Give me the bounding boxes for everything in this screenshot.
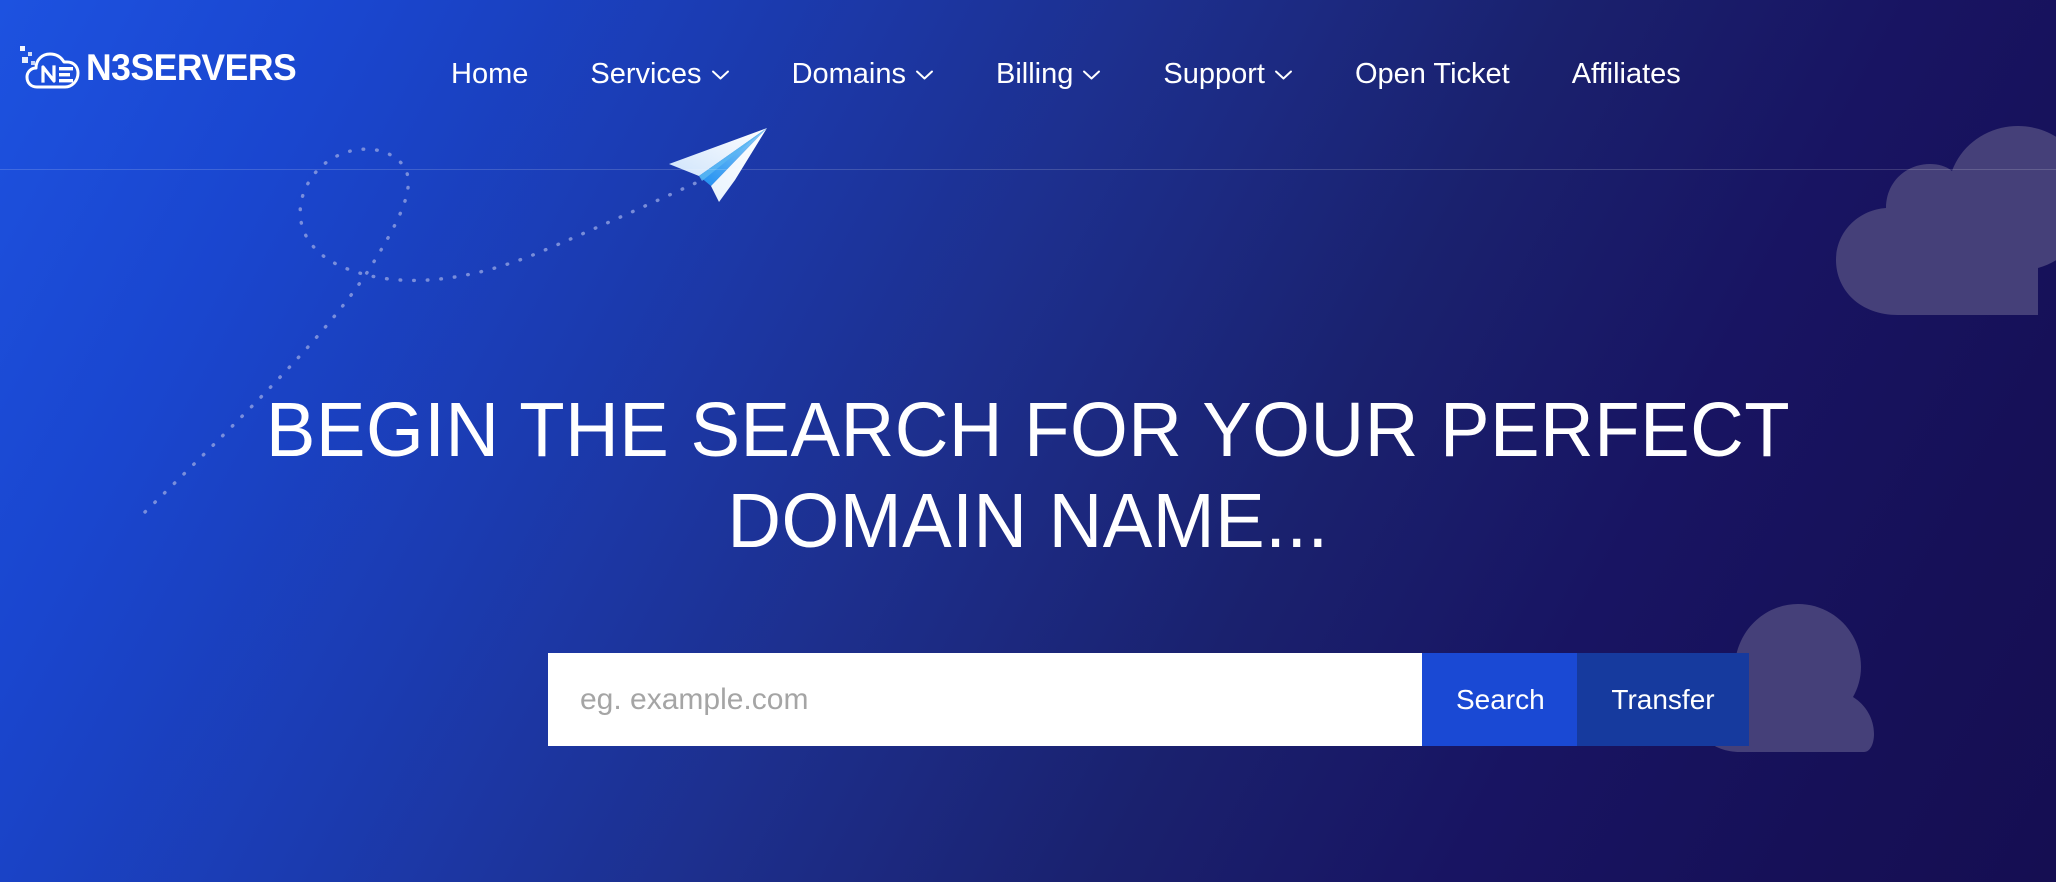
cloud-n3-logo-icon <box>18 40 80 94</box>
nav-item-domains[interactable]: Domains <box>761 54 965 95</box>
nav-item-label: Services <box>590 58 702 90</box>
hero-page: N3SERVERS Home Services Domains Billing … <box>0 0 2056 882</box>
nav-item-services[interactable]: Services <box>559 54 760 95</box>
nav-item-label: Open Ticket <box>1354 58 1510 90</box>
chevron-down-icon <box>915 69 934 81</box>
nav-item-open-ticket[interactable]: Open Ticket <box>1324 54 1541 95</box>
chevron-down-icon <box>1082 69 1101 81</box>
nav-item-label: Billing <box>996 58 1074 90</box>
search-button[interactable]: Search <box>1422 653 1577 746</box>
brand-logo-link[interactable]: N3SERVERS <box>18 40 305 94</box>
chevron-down-icon <box>711 69 730 81</box>
nav-item-label: Support <box>1163 58 1265 90</box>
nav-item-support[interactable]: Support <box>1132 54 1324 95</box>
nav-item-billing[interactable]: Billing <box>965 54 1132 95</box>
main-nav: Home Services Domains Billing Support Op… <box>420 54 1712 95</box>
chevron-down-icon <box>1274 69 1293 81</box>
page-title: BEGIN THE SEARCH FOR YOUR PERFECT DOMAIN… <box>265 387 1791 564</box>
domain-search-form: Search Transfer <box>548 653 1749 746</box>
nav-item-label: Affiliates <box>1571 58 1681 90</box>
brand-name: N3SERVERS <box>86 46 297 88</box>
nav-item-home[interactable]: Home <box>420 54 559 95</box>
transfer-button[interactable]: Transfer <box>1577 653 1749 746</box>
nav-item-affiliates[interactable]: Affiliates <box>1541 54 1712 95</box>
nav-item-label: Domains <box>791 58 906 90</box>
domain-search-input[interactable] <box>548 653 1422 746</box>
top-navigation-bar: N3SERVERS Home Services Domains Billing … <box>0 0 2056 170</box>
nav-item-label: Home <box>451 58 529 90</box>
